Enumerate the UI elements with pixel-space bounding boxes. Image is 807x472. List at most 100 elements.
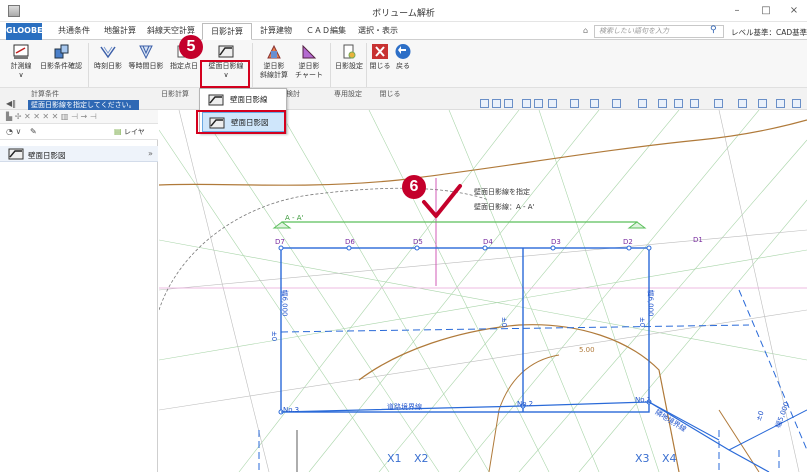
command-prompt: 壁面日影線を指定してください。 — [28, 100, 139, 110]
grid-label-x4: X4 — [662, 452, 677, 465]
tooltip-line-2: 壁面日影線：A - A' — [474, 203, 535, 211]
view-toolbar — [478, 98, 807, 110]
point-no2: No.2 — [517, 400, 534, 408]
print-icon[interactable] — [590, 99, 599, 108]
drawing-canvas[interactable]: A - A' D7 D6 D5 D4 D3 D2 D1 ±0 ±0 幅6,000… — [159, 110, 807, 472]
reverse-shadow-slant-sub: 斜線計算 — [260, 71, 288, 79]
tab-shadow-calc[interactable]: 日影計算 — [202, 23, 252, 40]
road-boundary-label: 道路境界線 — [387, 403, 422, 411]
maximize-button[interactable]: □ — [754, 4, 778, 18]
layer-label[interactable]: レイヤ — [124, 127, 145, 137]
measure-line-icon — [13, 44, 29, 59]
point-no1: No.1 — [635, 396, 652, 404]
left-panel: ▙ ✢ ✕ ✕ ✕ ✕ ▥ ⊣ → ⊣ ◔ ∨ ✎ ▤ レイヤ 壁面日影図 » — [0, 110, 158, 472]
copy-icon[interactable] — [776, 99, 785, 108]
tab-cad-edit[interactable]: ＣＡＤ編集 — [302, 23, 350, 40]
search-icon[interactable]: ⚲ — [710, 25, 717, 35]
tab-calc-building[interactable]: 計算建物 — [256, 23, 296, 40]
minimize-button[interactable]: – — [725, 4, 749, 18]
redo-icon[interactable] — [658, 99, 667, 108]
measure-line-button[interactable]: 計測線 ∨ — [8, 43, 34, 80]
mark-d1: D1 — [693, 236, 703, 244]
rotate-icon[interactable] — [758, 99, 767, 108]
reverse-shadow-chart-sub: チャート — [295, 71, 323, 79]
title-bar: ボリューム解析 – □ × — [0, 0, 807, 22]
collapse-icon[interactable]: » — [148, 149, 153, 158]
dim-mid-zero: ±0 — [500, 316, 509, 328]
shadow-condition-button[interactable]: 日影条件確認 — [38, 43, 84, 71]
time-shadow-button[interactable]: 時刻日影 — [92, 43, 124, 71]
left-toolbar-row-1: ▙ ✢ ✕ ✕ ✕ ✕ ▥ ⊣ → ⊣ — [0, 110, 158, 124]
window-title: ボリューム解析 — [372, 9, 435, 19]
equal-time-shadow-label: 等時間日影 — [128, 62, 164, 70]
shadow-settings-button[interactable]: 日影設定 — [332, 43, 366, 71]
grid-label-x2: X2 — [414, 452, 429, 465]
close-mode-button[interactable]: 閉じる — [368, 43, 392, 71]
left-toolbar-row-2: ◔ ∨ ✎ ▤ レイヤ — [0, 124, 158, 140]
shape-icon[interactable] — [714, 99, 723, 108]
wall-shadow-line-icon — [218, 45, 234, 58]
close-button[interactable]: × — [782, 4, 806, 18]
reverse-shadow-slant-icon — [267, 44, 281, 59]
ribbon-group-labels: 計算条件 日影計算 検討 専用設定 閉じる — [0, 87, 807, 98]
pen-icon[interactable]: ✎ — [30, 127, 37, 136]
dropdown-item-label: 壁面日影線 — [230, 95, 268, 104]
display-icon[interactable] — [570, 99, 579, 108]
lightbulb-icon[interactable] — [674, 99, 683, 108]
shadow-settings-label: 日影設定 — [335, 62, 363, 70]
snap-icon[interactable] — [522, 99, 531, 108]
reverse-shadow-chart-button[interactable]: 逆日影 チャート — [292, 43, 326, 80]
wall-shadow-highlight — [200, 60, 250, 88]
back-button[interactable]: 戻る — [392, 43, 414, 71]
layer-icon[interactable] — [548, 99, 557, 108]
dim-left-width: 幅6,000 — [280, 289, 289, 317]
dim-right-zero: ±0 — [638, 316, 647, 328]
undo-icon[interactable] — [638, 99, 647, 108]
mark-d4: D4 — [483, 238, 493, 246]
tab-common-conditions[interactable]: 共通条件 — [56, 23, 92, 40]
step-5-badge: 5 — [179, 35, 203, 59]
help-icon[interactable]: ⌂ — [583, 26, 588, 35]
wall-shadow-panel-header[interactable]: 壁面日影図 » — [0, 146, 158, 162]
section-label: A - A' — [285, 214, 304, 222]
view-grid-icon[interactable] — [504, 99, 513, 108]
equal-time-shadow-button[interactable]: 等時間日影 — [126, 43, 166, 71]
view-split-icon[interactable] — [492, 99, 501, 108]
paint-icon[interactable] — [612, 99, 621, 108]
time-shadow-icon — [100, 46, 116, 59]
move-icon[interactable] — [738, 99, 747, 108]
measure-line-sub: ∨ — [18, 71, 24, 79]
level-base-label: レベル基準：CAD基準準 — [731, 28, 807, 37]
prompt-icon: ◀‖ — [6, 99, 17, 108]
measure-icon[interactable] — [534, 99, 543, 108]
dim-left-zero: ±0 — [270, 330, 279, 342]
wall-shadow-icon — [8, 148, 24, 160]
layer-icon-left[interactable]: ▤ — [114, 127, 122, 136]
dropdown-item-wall-shadow-line[interactable]: 壁面日影線 — [202, 90, 286, 110]
tooltip-line-1: 壁面日影線を指定 — [474, 188, 530, 196]
tab-ground-calc[interactable]: 地盤計算 — [100, 23, 140, 40]
close-icon — [372, 44, 388, 59]
dim-right-width: 幅6,000 — [646, 289, 655, 317]
grid-label-x3: X3 — [635, 452, 650, 465]
point-no3: No.3 — [283, 406, 300, 414]
pointer-icon[interactable]: ◔ ∨ — [6, 127, 21, 136]
view-tile-icon[interactable] — [480, 99, 489, 108]
more-icon[interactable] — [792, 99, 801, 108]
mark-d7: D7 — [275, 238, 285, 246]
draw-tools-icon[interactable]: ▙ ✢ ✕ ✕ ✕ ✕ ▥ ⊣ → ⊣ — [6, 112, 97, 121]
cad-drawing — [159, 110, 807, 472]
search-input[interactable]: 検索したい語句を入力 — [594, 25, 724, 38]
tab-select-display[interactable]: 選択・表示 — [356, 23, 400, 40]
back-icon — [395, 44, 411, 59]
equal-time-shadow-icon — [139, 45, 153, 60]
reverse-shadow-chart-icon — [302, 44, 317, 59]
color-icon[interactable] — [690, 99, 699, 108]
tab-gloobe[interactable]: GLOOBE — [6, 23, 43, 40]
grid-label-x1: X1 — [387, 452, 402, 465]
reverse-shadow-slant-button[interactable]: 逆日影 斜線計算 — [256, 43, 292, 80]
mark-d5: D5 — [413, 238, 423, 246]
reverse-shadow-chart-label: 逆日影 — [298, 62, 320, 70]
ribbon: 計測線 ∨ 日影条件確認 時刻日影 等時間日影 指定点日 壁面日影線 ∨ 逆日影… — [0, 40, 807, 98]
shadow-settings-icon — [343, 44, 356, 59]
